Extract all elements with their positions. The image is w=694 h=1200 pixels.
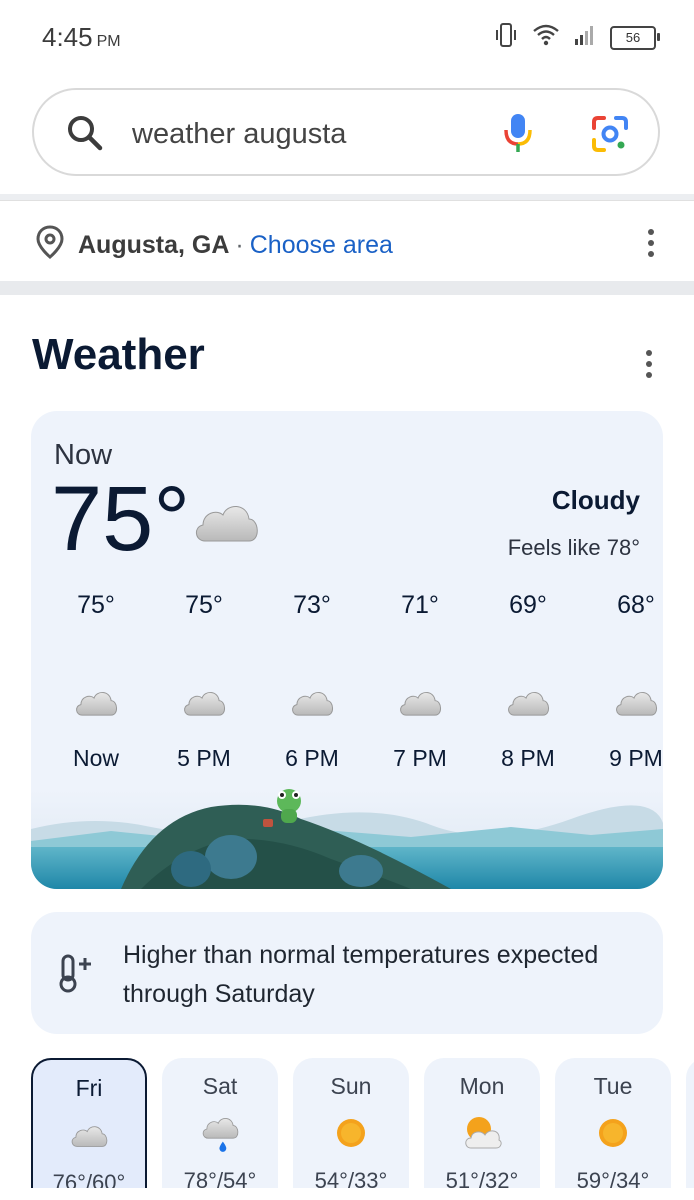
day-tile-tue[interactable]: Tue 59°/34° — [555, 1058, 671, 1200]
cloud-icon — [33, 1110, 145, 1160]
day-tile-fri[interactable]: Fri 76°/60° — [31, 1058, 147, 1200]
hourly-temp: 75° — [77, 591, 115, 619]
hourly-temp: 71° — [401, 591, 439, 619]
search-query[interactable]: weather augusta — [132, 118, 346, 151]
location-text: Augusta, GA · Choose area — [78, 231, 393, 260]
location-separator: · — [235, 231, 244, 259]
temperature-alert-card[interactable]: Higher than normal temperatures expected… — [31, 912, 663, 1034]
choose-area-link[interactable]: Choose area — [250, 231, 393, 259]
status-bar: 4:45 PM 56 — [0, 0, 694, 76]
cloud-icon — [191, 497, 261, 550]
hourly-item[interactable]: 68° 9 PM — [586, 591, 663, 772]
signal-icon — [574, 24, 596, 51]
day-name: Fri — [75, 1075, 103, 1101]
hourly-time: 9 PM — [609, 745, 663, 771]
cloud-icon — [478, 667, 578, 737]
daily-forecast[interactable]: Fri 76°/60° Sat 78°/54° Sun 54°/33° Mon … — [31, 1058, 694, 1200]
location-pin-icon — [36, 225, 64, 264]
feels-like-text: Feels like 78° — [507, 535, 640, 560]
bottom-edge — [0, 1188, 694, 1200]
condition-text: Cloudy — [551, 485, 640, 515]
rain-cloud-icon — [162, 1108, 278, 1158]
sun-icon — [293, 1108, 409, 1158]
location-more-icon[interactable] — [648, 229, 654, 257]
current-temperature: 75° — [51, 468, 191, 570]
day-name: Tue — [593, 1073, 633, 1099]
cloud-icon — [586, 667, 663, 737]
current-weather-card[interactable]: Now 75° Cloudy Feels like 78° 75° Now 75… — [31, 411, 663, 889]
search-bar[interactable]: weather augusta — [32, 88, 660, 176]
location-row: Augusta, GA · Choose area — [0, 205, 694, 281]
day-tile-mon[interactable]: Mon 51°/32° — [424, 1058, 540, 1200]
day-name: Mon — [459, 1073, 505, 1099]
weather-title: Weather — [32, 330, 205, 379]
thermometer-plus-icon — [57, 952, 99, 999]
day-name: Sat — [202, 1073, 238, 1099]
cloud-icon — [370, 667, 470, 737]
location-city: Augusta, GA — [78, 231, 230, 259]
hourly-temp: 73° — [293, 591, 331, 619]
hourly-time: Now — [72, 745, 119, 771]
google-lens-icon[interactable] — [590, 114, 630, 159]
hourly-time: 7 PM — [393, 745, 447, 771]
divider — [0, 194, 694, 201]
day-tile-partial[interactable] — [686, 1058, 694, 1200]
cloud-icon — [46, 667, 146, 737]
temperature-alert-text: Higher than normal temperatures expected… — [123, 941, 599, 1008]
sun-icon — [555, 1108, 671, 1158]
scenery-illustration — [31, 789, 663, 889]
hourly-item[interactable]: 71° 7 PM — [370, 591, 470, 772]
battery-icon: 56 — [610, 25, 660, 50]
wifi-icon — [532, 24, 560, 51]
battery-level: 56 — [625, 30, 641, 45]
day-tile-sun[interactable]: Sun 54°/33° — [293, 1058, 409, 1200]
hourly-temp: 75° — [185, 591, 223, 619]
time-text: 4:45 — [42, 22, 93, 52]
hourly-item[interactable]: 69° 8 PM — [478, 591, 578, 772]
hourly-item[interactable]: 75° Now — [46, 591, 146, 772]
cloud-icon — [154, 667, 254, 737]
weather-more-icon[interactable] — [646, 350, 652, 378]
status-icons: 56 — [494, 22, 660, 53]
time-ampm: PM — [96, 33, 121, 50]
status-time: 4:45 PM — [42, 22, 121, 53]
day-tile-sat[interactable]: Sat 78°/54° — [162, 1058, 278, 1200]
hourly-item[interactable]: 75° 5 PM — [154, 591, 254, 772]
hourly-temp: 69° — [509, 591, 547, 619]
section-divider — [0, 281, 694, 295]
day-name: Sun — [330, 1073, 372, 1099]
cloud-icon — [262, 667, 362, 737]
hourly-time: 6 PM — [285, 745, 339, 771]
hourly-item[interactable]: 73° 6 PM — [262, 591, 362, 772]
hourly-time: 5 PM — [177, 745, 231, 771]
hourly-temp: 68° — [617, 591, 655, 619]
microphone-icon[interactable] — [502, 112, 534, 159]
hourly-forecast[interactable]: 75° Now 75° 5 PM 73° 6 PM 71° 7 PM 69° 8… — [31, 591, 663, 771]
vibrate-icon — [494, 22, 518, 53]
hourly-time: 8 PM — [501, 745, 555, 771]
search-icon — [66, 114, 104, 157]
partly-cloudy-icon — [424, 1108, 540, 1158]
